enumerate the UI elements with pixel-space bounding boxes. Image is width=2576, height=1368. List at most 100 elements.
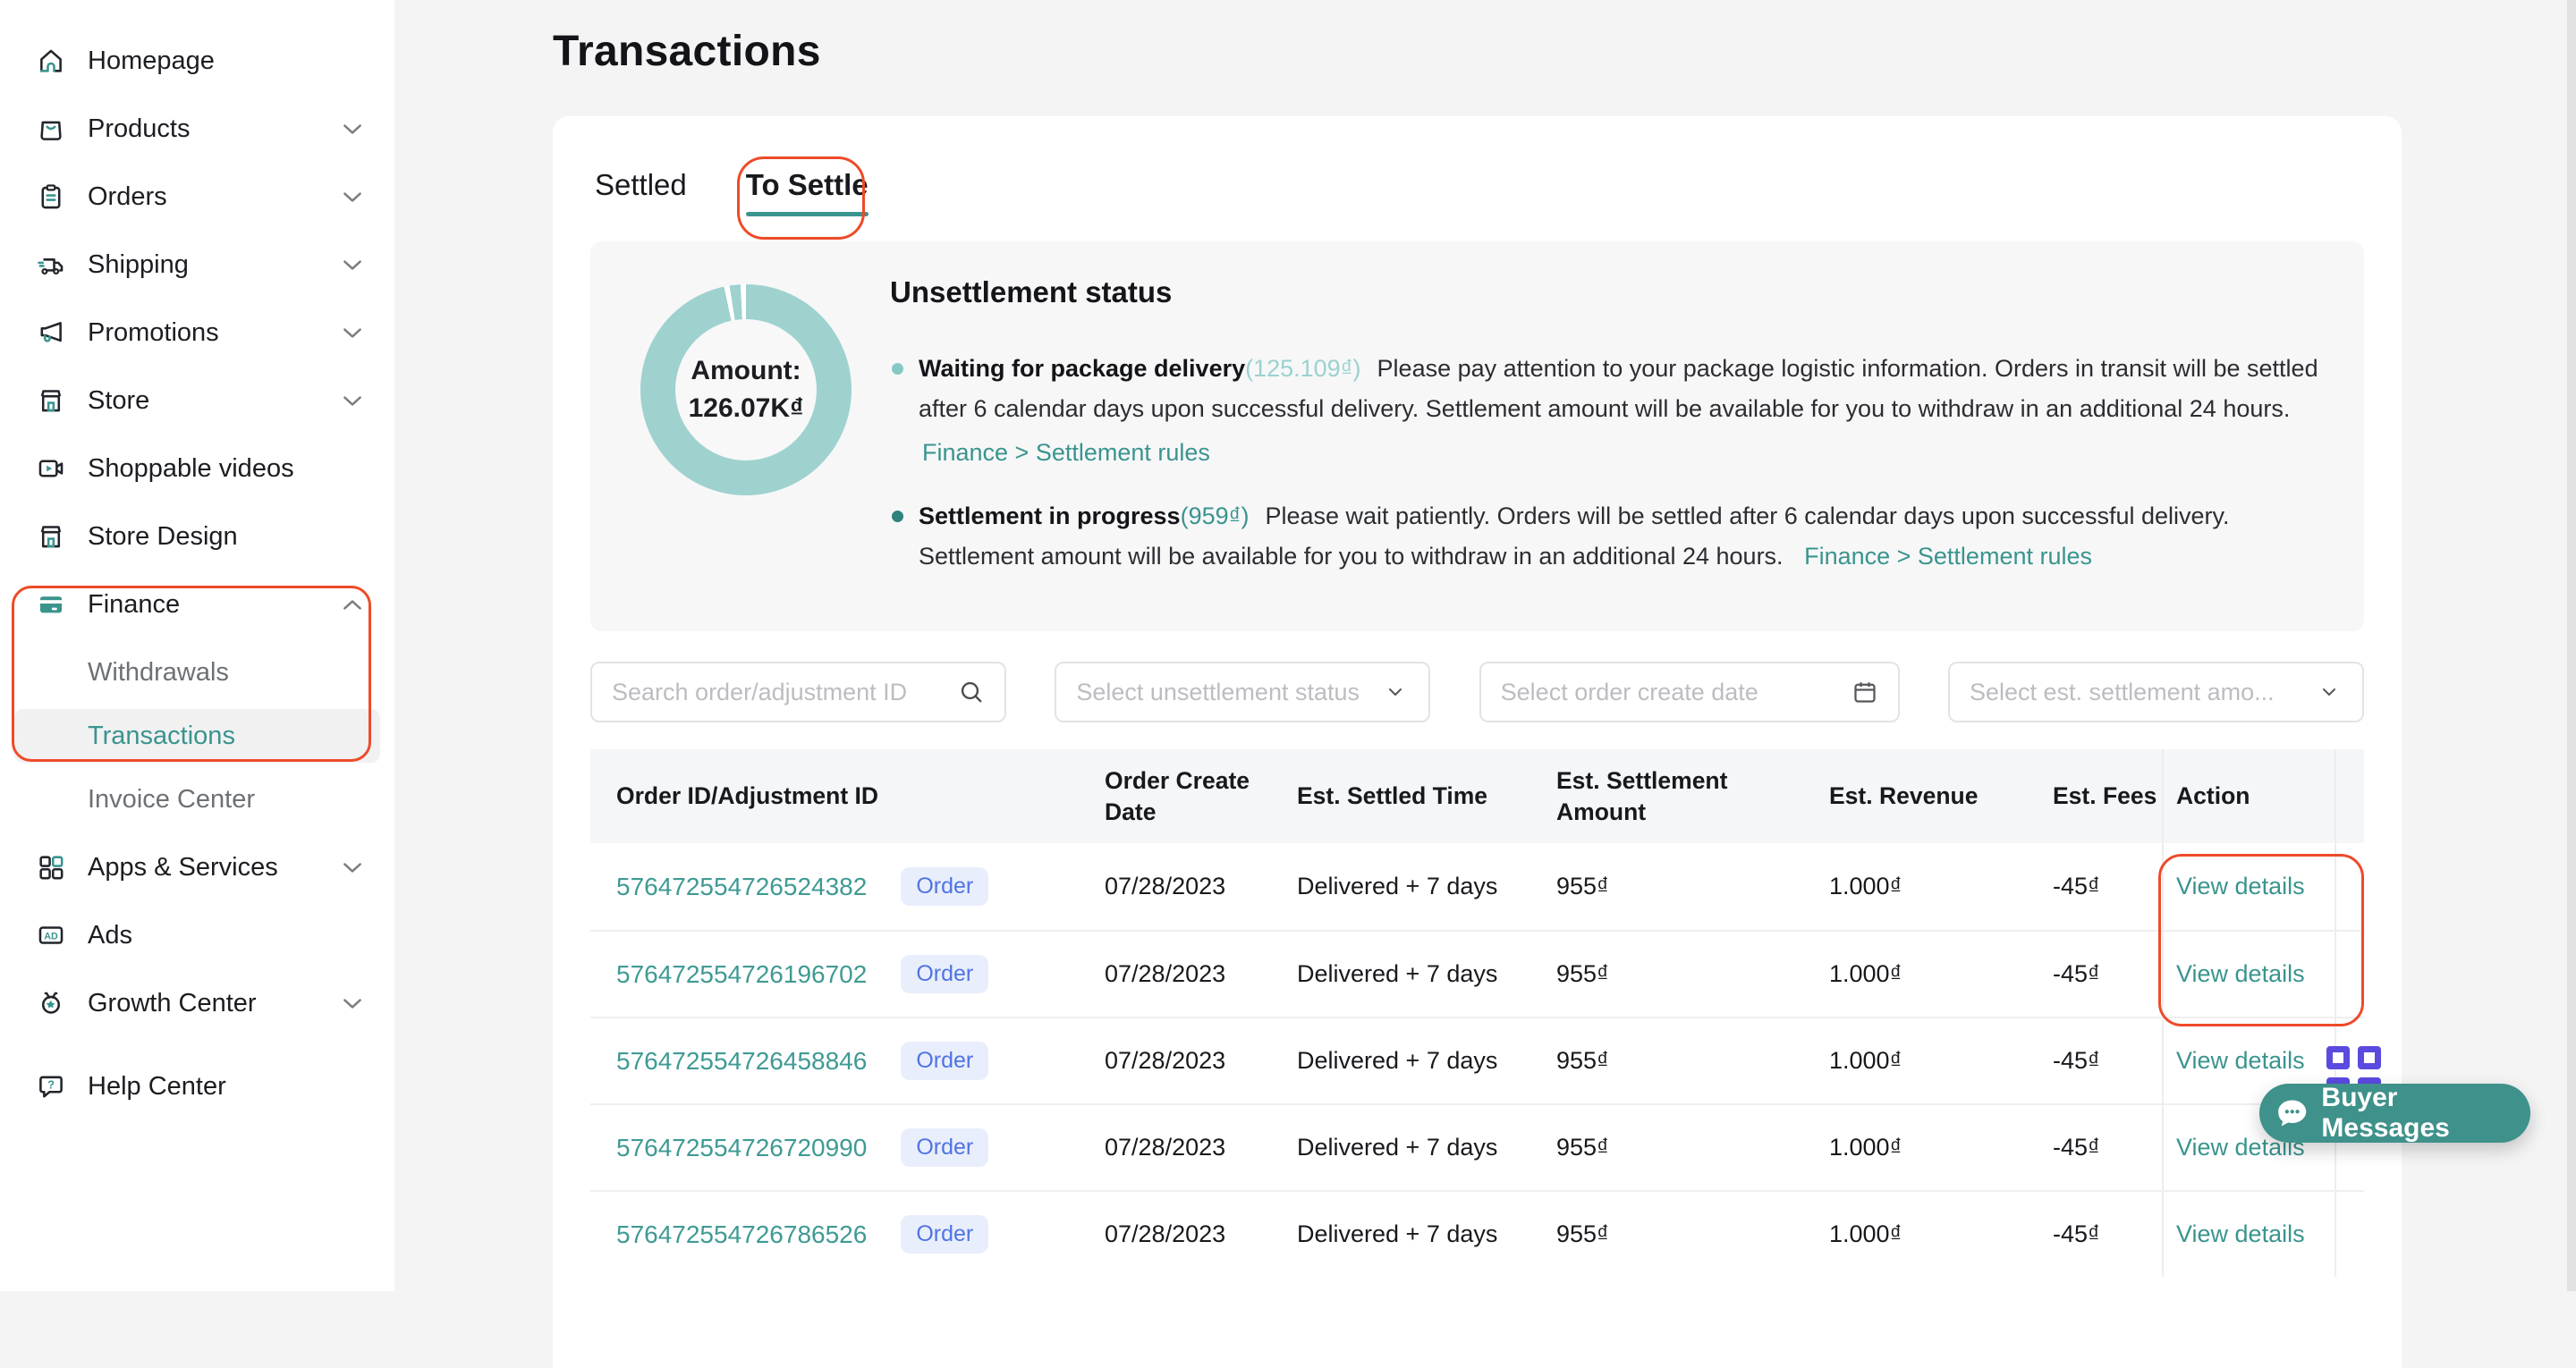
sidebar-item-invoice-center[interactable]: Invoice Center bbox=[0, 765, 394, 833]
shopping-bag-icon bbox=[36, 114, 66, 144]
order-id-link[interactable]: 576472554726458846 bbox=[616, 1047, 867, 1076]
sidebar-item-orders[interactable]: Orders bbox=[0, 163, 394, 231]
tab-bar: Settled To Settle bbox=[590, 116, 2364, 216]
table-row: 576472554726458846Order 07/28/2023 Deliv… bbox=[590, 1017, 2364, 1103]
order-type-badge: Order bbox=[901, 1128, 988, 1167]
ad-badge-icon: AD bbox=[36, 920, 66, 950]
view-details-link[interactable]: View details bbox=[2176, 1047, 2305, 1075]
sidebar-item-label: Transactions bbox=[88, 722, 380, 751]
sidebar-item-label: Store Design bbox=[88, 522, 362, 552]
select-placeholder: Select est. settlement amo... bbox=[1970, 679, 2303, 706]
order-id-link[interactable]: 576472554726196702 bbox=[616, 960, 867, 989]
home-icon bbox=[36, 46, 66, 76]
status-heading: Unsettlement status bbox=[890, 275, 2328, 309]
video-camera-icon bbox=[36, 453, 66, 484]
unsettlement-status-select[interactable]: Select unsettlement status bbox=[1055, 662, 1430, 722]
rule-amount: (959₫) bbox=[1181, 502, 1250, 529]
est-revenue: 1.000₫ bbox=[1829, 1047, 2053, 1075]
order-id-link[interactable]: 576472554726786526 bbox=[616, 1220, 867, 1249]
order-id-link[interactable]: 576472554726720990 bbox=[616, 1134, 867, 1162]
view-details-link[interactable]: View details bbox=[2176, 1220, 2305, 1248]
sidebar-item-shipping[interactable]: Shipping bbox=[0, 231, 394, 299]
apps-grid-icon bbox=[36, 852, 66, 882]
col-header-revenue: Est. Revenue bbox=[1829, 781, 2053, 811]
col-header-fees: Est. Fees bbox=[2053, 781, 2162, 811]
order-type-badge: Order bbox=[901, 1042, 988, 1080]
sidebar-item-label: Shipping bbox=[88, 250, 343, 280]
storefront-icon bbox=[36, 385, 66, 416]
order-create-date: 07/28/2023 bbox=[1105, 1220, 1297, 1248]
sidebar-item-shoppable-videos[interactable]: Shoppable videos bbox=[0, 435, 394, 502]
settlement-rules-link[interactable]: Finance > Settlement rules bbox=[1804, 543, 2092, 570]
sidebar-item-label: Growth Center bbox=[88, 989, 343, 1018]
sidebar-item-help-center[interactable]: ? Help Center bbox=[0, 1052, 394, 1120]
sidebar-item-promotions[interactable]: Promotions bbox=[0, 299, 394, 367]
status-rule-settlement-progress: Settlement in progress(959₫)Please wait … bbox=[890, 496, 2328, 577]
chevron-down-icon bbox=[343, 191, 362, 203]
sidebar-item-label: Ads bbox=[88, 921, 362, 950]
est-fees: -45₫ bbox=[2053, 1134, 2162, 1161]
chevron-down-icon bbox=[1382, 681, 1409, 703]
chat-bubble-icon bbox=[2274, 1094, 2310, 1132]
est-settled-time: Delivered + 7 days bbox=[1297, 1134, 1556, 1161]
sidebar-item-ads[interactable]: AD Ads bbox=[0, 901, 394, 969]
main-content: Transactions Settled To Settle Amount: 1… bbox=[394, 0, 2576, 1291]
order-create-date: 07/28/2023 bbox=[1105, 960, 1297, 988]
sidebar-item-apps-services[interactable]: Apps & Services bbox=[0, 833, 394, 901]
sidebar-item-label: Help Center bbox=[88, 1072, 362, 1102]
sidebar-item-label: Orders bbox=[88, 182, 343, 212]
est-revenue: 1.000₫ bbox=[1829, 1134, 2053, 1161]
sidebar-item-store-design[interactable]: Store Design bbox=[0, 502, 394, 570]
sidebar-item-store[interactable]: Store bbox=[0, 367, 394, 435]
search-icon[interactable] bbox=[958, 679, 985, 705]
page-title: Transactions bbox=[553, 27, 2576, 76]
sidebar-item-label: Products bbox=[88, 114, 343, 144]
sidebar-item-label: Invoice Center bbox=[88, 785, 394, 815]
scrollbar-track[interactable] bbox=[2567, 0, 2576, 1291]
search-input[interactable] bbox=[612, 679, 945, 706]
status-rule-waiting-delivery: Waiting for package delivery(125.109₫)Pl… bbox=[890, 349, 2328, 473]
col-header-order-id: Order ID/Adjustment ID bbox=[590, 781, 1105, 811]
sidebar-item-label: Shoppable videos bbox=[88, 454, 362, 484]
clipboard-icon bbox=[36, 182, 66, 212]
credit-card-icon bbox=[36, 589, 66, 620]
grid-square bbox=[2358, 1046, 2381, 1069]
table-row: 576472554726196702Order 07/28/2023 Deliv… bbox=[590, 930, 2364, 1017]
buyer-messages-button[interactable]: Buyer Messages bbox=[2259, 1084, 2530, 1143]
truck-icon bbox=[36, 249, 66, 280]
order-type-badge: Order bbox=[901, 1215, 988, 1254]
est-revenue: 1.000₫ bbox=[1829, 960, 2053, 988]
view-details-link[interactable]: View details bbox=[2176, 873, 2305, 900]
tab-settled[interactable]: Settled bbox=[595, 168, 687, 216]
sidebar-item-growth-center[interactable]: Growth Center bbox=[0, 969, 394, 1037]
sidebar-item-finance[interactable]: Finance bbox=[0, 570, 394, 638]
tab-to-settle[interactable]: To Settle bbox=[746, 168, 869, 216]
status-text-block: Unsettlement status Waiting for package … bbox=[890, 275, 2328, 600]
est-revenue: 1.000₫ bbox=[1829, 873, 2053, 900]
col-header-action: Action bbox=[2162, 749, 2336, 843]
view-details-link[interactable]: View details bbox=[2176, 960, 2305, 988]
table-row: 576472554726720990Order 07/28/2023 Deliv… bbox=[590, 1103, 2364, 1190]
order-id-link[interactable]: 576472554726524382 bbox=[616, 873, 867, 901]
est-fees: -45₫ bbox=[2053, 873, 2162, 900]
col-header-gutter bbox=[2336, 749, 2364, 843]
buyer-messages-label: Buyer Messages bbox=[2321, 1083, 2530, 1144]
sidebar-item-homepage[interactable]: Homepage bbox=[0, 27, 394, 95]
storefront-icon bbox=[36, 521, 66, 552]
sidebar-item-products[interactable]: Products bbox=[0, 95, 394, 163]
select-placeholder: Select order create date bbox=[1501, 679, 1839, 706]
bullet-dot-light bbox=[892, 363, 903, 375]
search-order-input-box bbox=[590, 662, 1006, 722]
est-settlement-amount-select[interactable]: Select est. settlement amo... bbox=[1948, 662, 2364, 722]
order-type-badge: Order bbox=[901, 867, 988, 906]
help-chat-icon: ? bbox=[36, 1071, 66, 1102]
donut-amount-value: 126.07K₫ bbox=[689, 390, 804, 427]
transactions-card: Settled To Settle Amount: 126.07K₫ Unset… bbox=[553, 116, 2402, 1368]
sidebar-item-withdrawals[interactable]: Withdrawals bbox=[0, 638, 394, 706]
sidebar-item-transactions[interactable]: Transactions bbox=[14, 709, 380, 763]
table-row: 576472554726524382Order 07/28/2023 Deliv… bbox=[590, 843, 2364, 930]
svg-text:AD: AD bbox=[44, 931, 58, 942]
est-settled-time: Delivered + 7 days bbox=[1297, 873, 1556, 900]
order-create-date-picker[interactable]: Select order create date bbox=[1479, 662, 1900, 722]
settlement-rules-link[interactable]: Finance > Settlement rules bbox=[922, 433, 2328, 473]
